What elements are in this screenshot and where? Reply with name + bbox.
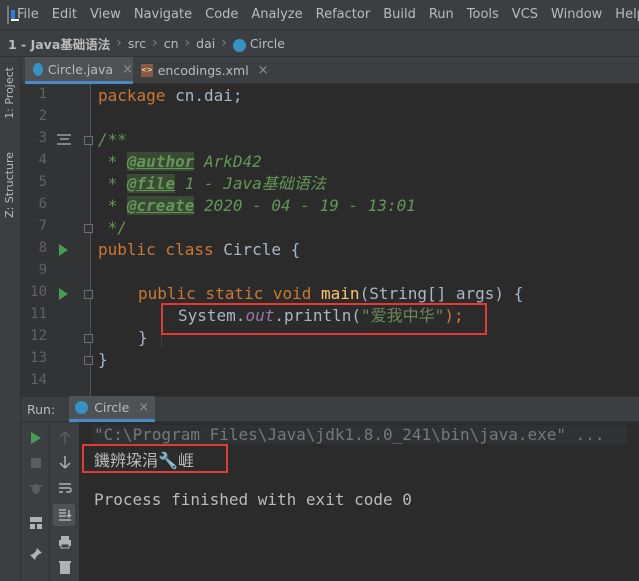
menu-window[interactable]: Window bbox=[551, 7, 602, 22]
fold-icon[interactable] bbox=[84, 334, 93, 343]
run-class-icon[interactable] bbox=[59, 244, 68, 256]
code-line-13: } bbox=[98, 350, 108, 369]
menu-navigate[interactable]: Navigate bbox=[134, 7, 192, 22]
breadcrumb-src[interactable]: src bbox=[128, 36, 146, 51]
output-highlight-box bbox=[82, 444, 228, 473]
code-line-6: * @create 2020 - 04 - 19 - 13:01 bbox=[98, 196, 416, 215]
line-number: 3 bbox=[38, 130, 47, 146]
soft-wrap-icon[interactable] bbox=[57, 480, 73, 496]
doc-comment-icon[interactable] bbox=[57, 134, 71, 145]
rerun-icon[interactable] bbox=[28, 430, 44, 446]
editor-tabs: Circle.java × <> encodings.xml × bbox=[21, 57, 639, 84]
layout-icon[interactable] bbox=[28, 515, 44, 531]
code-line-5: * @file 1 - Java基础语法 bbox=[98, 174, 326, 193]
scroll-to-end-icon[interactable] bbox=[57, 507, 73, 523]
breadcrumb-project[interactable]: 1 - Java基础语法 bbox=[8, 34, 110, 53]
menu-analyze[interactable]: Analyze bbox=[251, 7, 302, 22]
close-icon[interactable]: × bbox=[138, 400, 149, 415]
menu-file[interactable]: File bbox=[17, 7, 39, 22]
chevron-right-icon: › bbox=[184, 35, 191, 51]
breadcrumb-file[interactable]: Circle bbox=[250, 36, 285, 51]
tab-label: encodings.xml bbox=[157, 63, 249, 78]
console-exit-message: Process finished with exit code 0 bbox=[94, 490, 412, 509]
fold-icon[interactable] bbox=[84, 356, 93, 365]
chevron-right-icon: › bbox=[221, 35, 227, 51]
fold-icon[interactable] bbox=[84, 224, 93, 233]
menu-refactor[interactable]: Refactor bbox=[316, 7, 371, 22]
run-toolbar bbox=[21, 422, 50, 581]
code-line-3: /** bbox=[98, 130, 127, 149]
breadcrumb: 1 - Java基础语法 › src › cn › dai › Circle bbox=[0, 30, 639, 57]
structure-tool-tab[interactable]: Z: Structure bbox=[3, 152, 18, 218]
menu-vcs[interactable]: VCS bbox=[512, 7, 538, 22]
intellij-logo-icon bbox=[7, 5, 19, 24]
menu-edit[interactable]: Edit bbox=[52, 7, 77, 22]
menu-tools[interactable]: Tools bbox=[467, 7, 499, 22]
code-line-1: package cn.dai; bbox=[98, 86, 243, 105]
arrow-up-icon[interactable] bbox=[57, 430, 73, 446]
line-number: 1 bbox=[38, 86, 47, 102]
line-number: 4 bbox=[38, 152, 47, 168]
breadcrumb-dai[interactable]: dai bbox=[196, 36, 215, 51]
menu-run[interactable]: Run bbox=[429, 7, 454, 22]
console-toolbar bbox=[50, 422, 80, 581]
line-number: 8 bbox=[38, 240, 47, 256]
print-icon[interactable] bbox=[57, 534, 73, 550]
menu-help[interactable]: Help bbox=[615, 7, 639, 22]
menu-bar: File Edit View Navigate Code Analyze Ref… bbox=[0, 0, 639, 30]
line-number: 11 bbox=[30, 306, 47, 322]
line-number: 7 bbox=[38, 218, 47, 234]
code-line-4: * @author ArkD42 bbox=[98, 152, 262, 171]
line-number: 12 bbox=[30, 328, 47, 344]
line-number: 9 bbox=[38, 262, 47, 278]
editor-gutter: 1 2 3 4 5 6 7 8 9 10 11 12 13 14 bbox=[21, 84, 93, 396]
line-number: 10 bbox=[30, 284, 47, 300]
run-label: Run: bbox=[27, 401, 56, 417]
arrow-down-icon[interactable] bbox=[57, 454, 73, 470]
tab-label: Circle.java bbox=[47, 61, 114, 77]
fold-icon[interactable] bbox=[84, 136, 93, 145]
code-area[interactable]: package cn.dai; /** * @author ArkD42 * @… bbox=[98, 84, 639, 396]
stop-icon[interactable] bbox=[28, 455, 44, 471]
line-number: 5 bbox=[38, 174, 47, 190]
chevron-right-icon: › bbox=[152, 35, 158, 51]
run-tab-circle[interactable]: Circle × bbox=[69, 396, 156, 422]
console-command-line: "C:\Program Files\Java\jdk1.8.0_241\bin\… bbox=[92, 425, 627, 444]
class-icon bbox=[33, 62, 43, 76]
chevron-right-icon: › bbox=[116, 35, 122, 51]
xml-file-icon: <> bbox=[141, 64, 153, 77]
tab-circle-java[interactable]: Circle.java × bbox=[25, 57, 133, 84]
pin-icon[interactable] bbox=[28, 546, 44, 562]
fold-icon[interactable] bbox=[84, 290, 93, 299]
run-console[interactable]: "C:\Program Files\Java\jdk1.8.0_241\bin\… bbox=[80, 422, 639, 581]
close-icon[interactable]: × bbox=[258, 63, 269, 78]
code-line-7: */ bbox=[98, 218, 127, 237]
breadcrumb-cn[interactable]: cn bbox=[164, 36, 179, 51]
left-tool-strip: 1: Project Z: Structure bbox=[0, 57, 21, 581]
line-number: 14 bbox=[30, 372, 47, 388]
debug-icon[interactable] bbox=[28, 480, 44, 496]
class-icon bbox=[232, 38, 246, 52]
println-highlight-box bbox=[161, 303, 487, 335]
line-number: 13 bbox=[30, 350, 47, 366]
class-icon bbox=[75, 401, 89, 414]
code-line-8: public class Circle { bbox=[98, 240, 301, 259]
menu-view[interactable]: View bbox=[90, 7, 121, 22]
trash-icon[interactable] bbox=[57, 559, 73, 575]
line-number: 6 bbox=[38, 196, 47, 212]
tab-encodings-xml[interactable]: <> encodings.xml × bbox=[137, 57, 269, 84]
run-panel-header: Run: Circle × bbox=[21, 396, 639, 422]
code-line-12: } bbox=[138, 328, 148, 347]
run-main-icon[interactable] bbox=[59, 288, 68, 300]
code-editor[interactable]: 1 2 3 4 5 6 7 8 9 10 11 12 13 14 package… bbox=[21, 84, 639, 396]
project-tool-tab[interactable]: 1: Project bbox=[3, 67, 18, 119]
run-tab-label: Circle bbox=[94, 400, 130, 415]
menu-build[interactable]: Build bbox=[383, 7, 416, 22]
menu-code[interactable]: Code bbox=[205, 7, 238, 22]
line-number: 2 bbox=[38, 108, 47, 124]
close-icon[interactable]: × bbox=[122, 62, 133, 77]
code-line-10: public static void main(String[] args) { bbox=[138, 284, 524, 303]
